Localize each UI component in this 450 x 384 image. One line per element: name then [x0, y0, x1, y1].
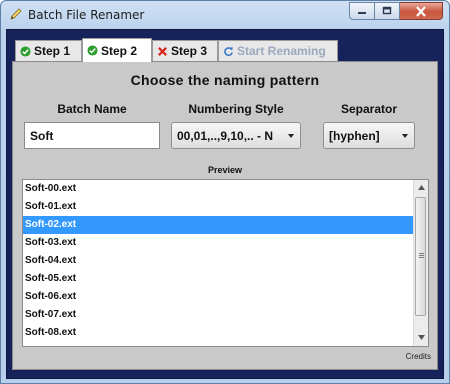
list-item[interactable]: Soft-08.ext: [23, 324, 415, 342]
numbering-style-value: 00,01,..,9,10,.. - N: [177, 129, 274, 143]
maximize-button[interactable]: [375, 2, 400, 20]
page-title: Choose the naming pattern: [130, 72, 320, 88]
list-item[interactable]: Soft-00.ext: [23, 180, 415, 198]
separator-select[interactable]: [hyphen]: [323, 122, 415, 149]
check-circle-icon: [87, 45, 98, 56]
tab-label: Step 3: [171, 44, 208, 58]
list-item[interactable]: Soft-04.ext: [23, 252, 415, 270]
credits-link[interactable]: Credits: [406, 352, 431, 361]
tab-step-2[interactable]: Step 2: [82, 38, 152, 62]
chevron-up-icon: [417, 185, 425, 190]
pen-icon: [10, 8, 22, 20]
tab-start-renaming[interactable]: Start Renaming: [218, 40, 338, 61]
separator-label: Separator: [340, 102, 398, 116]
chevron-down-icon: [402, 134, 408, 138]
separator-value: [hyphen]: [329, 129, 380, 143]
refresh-icon: [224, 46, 233, 56]
vertical-scrollbar[interactable]: [413, 180, 428, 346]
grip-line: [419, 257, 424, 258]
list-item[interactable]: Soft-07.ext: [23, 306, 415, 324]
x-icon: [158, 46, 167, 56]
list-item[interactable]: Soft-05.ext: [23, 270, 415, 288]
list-item[interactable]: Soft-06.ext: [23, 288, 415, 306]
list-item[interactable]: Soft-03.ext: [23, 234, 415, 252]
tab-label: Step 1: [34, 44, 71, 58]
tab-label: Start Renaming: [237, 44, 326, 58]
chevron-down-icon: [288, 134, 294, 138]
grip-line: [419, 255, 424, 256]
tab-step-3[interactable]: Step 3: [152, 40, 218, 61]
list-item[interactable]: Soft-01.ext: [23, 198, 415, 216]
minimize-icon: [358, 12, 366, 14]
chevron-down-icon: [417, 335, 425, 340]
window-title: Batch File Renamer: [28, 8, 145, 22]
batch-name-input[interactable]: Soft: [24, 122, 160, 149]
scroll-thumb[interactable]: [415, 197, 426, 316]
numbering-style-label: Numbering Style: [188, 102, 284, 116]
tab-step-1[interactable]: Step 1: [15, 40, 82, 61]
scroll-down-button[interactable]: [414, 331, 428, 345]
content-frame: Step 1 Step 2 Step 3 Start Renaming Choo…: [6, 29, 444, 379]
numbering-style-select[interactable]: 00,01,..,9,10,.. - N: [171, 122, 301, 149]
close-button[interactable]: [400, 2, 443, 20]
check-circle-icon: [20, 45, 31, 57]
title-bar[interactable]: Batch File Renamer: [1, 1, 449, 29]
list-item-selected[interactable]: Soft-02.ext: [23, 216, 415, 234]
batch-name-label: Batch Name: [57, 102, 127, 116]
close-icon: [416, 6, 426, 17]
minimize-button[interactable]: [349, 2, 375, 20]
scroll-up-button[interactable]: [414, 181, 428, 195]
app-window: Batch File Renamer Step 1 Step 2 Step 3 …: [0, 0, 450, 384]
grip-line: [419, 253, 424, 254]
tab-label: Step 2: [101, 43, 138, 58]
maximize-icon: [382, 6, 392, 15]
preview-label: Preview: [207, 165, 243, 175]
step-2-panel: Choose the naming pattern Batch Name Num…: [12, 61, 438, 370]
preview-list[interactable]: Soft-00.ext Soft-01.ext Soft-02.ext Soft…: [22, 179, 429, 347]
